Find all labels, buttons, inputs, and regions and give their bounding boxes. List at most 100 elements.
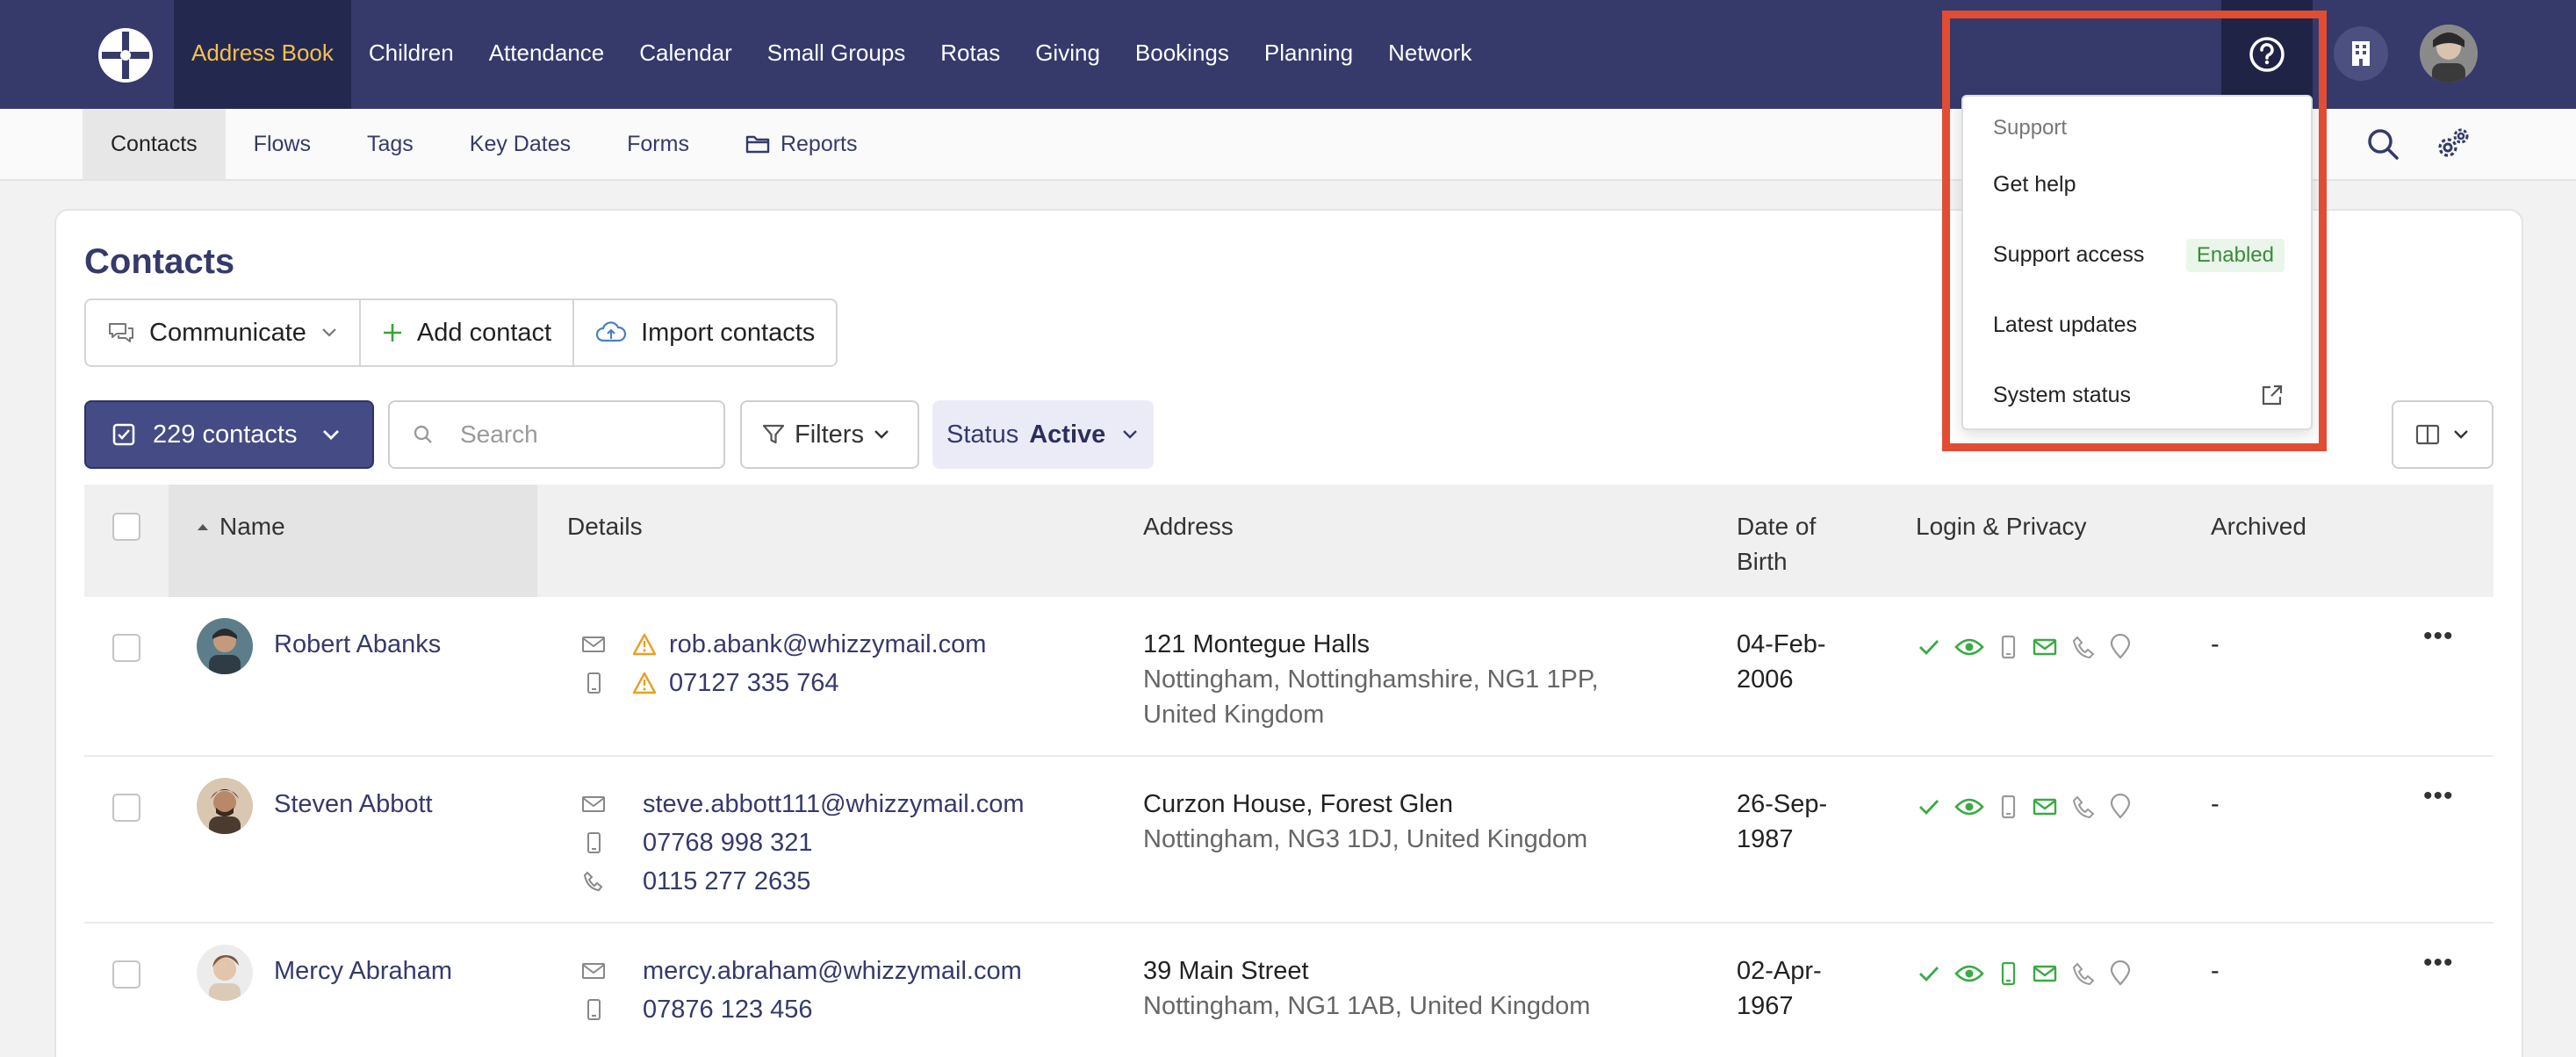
email-icon — [582, 963, 605, 979]
location-pin-icon — [2110, 634, 2131, 659]
nav-attendance[interactable]: Attendance — [471, 0, 622, 109]
dob-line-2: 1967 — [1737, 992, 1794, 1020]
contact-name-link[interactable]: Steven Abbott — [274, 787, 433, 822]
filters-button[interactable]: Filters — [740, 400, 919, 469]
address-line-2: Nottingham, NG3 1DJ, United Kingdom — [1143, 825, 1588, 853]
settings-gear-icon[interactable] — [2434, 125, 2472, 163]
add-contact-button[interactable]: Add contact — [361, 300, 575, 365]
chevron-down-icon — [2454, 430, 2468, 439]
phone-line: 0115 277 2635 — [581, 862, 1025, 901]
select-all-checkbox[interactable] — [112, 513, 140, 541]
support-access-label: Support access — [1993, 241, 2145, 267]
table-row[interactable]: Steven Abbott steve.abbott111@whizzymail… — [84, 757, 2493, 924]
chevron-down-icon — [322, 328, 336, 337]
get-help-menu-item[interactable]: Get help — [1963, 158, 2311, 211]
address-line-2: Nottingham, NG1 1AB, United Kingdom — [1143, 992, 1591, 1020]
contact-address: Curzon House, Forest Glen Nottingham, NG… — [1143, 787, 1587, 857]
row-checkbox[interactable] — [112, 794, 140, 822]
nav-address-book[interactable]: Address Book — [174, 0, 351, 109]
communicate-button[interactable]: Communicate — [86, 300, 361, 365]
nav-rotas[interactable]: Rotas — [923, 0, 1018, 109]
email-icon — [582, 636, 605, 652]
import-contacts-label: Import contacts — [641, 318, 816, 347]
eye-icon — [1954, 798, 1984, 816]
latest-updates-label: Latest updates — [1993, 312, 2138, 337]
nav-giving[interactable]: Giving — [1018, 0, 1118, 109]
contact-name-link[interactable]: Robert Abanks — [274, 627, 441, 662]
row-more-options-icon[interactable]: ••• — [2423, 781, 2454, 811]
email-icon — [2033, 638, 2057, 656]
cloud-upload-icon — [595, 321, 627, 342]
contacts-count-button[interactable]: 229 contacts — [84, 400, 374, 469]
mobile-link[interactable]: 07127 335 764 — [669, 665, 839, 701]
contact-name-link[interactable]: Mercy Abraham — [274, 953, 452, 989]
latest-updates-menu-item[interactable]: Latest updates — [1963, 298, 2311, 351]
row-more-options-icon[interactable]: ••• — [2423, 948, 2454, 978]
nav-planning[interactable]: Planning — [1247, 0, 1371, 109]
dob-line-1: 26-Sep- — [1737, 790, 1828, 818]
search-icon[interactable] — [2365, 126, 2400, 162]
communicate-label: Communicate — [149, 318, 306, 347]
system-status-label: System status — [1993, 382, 2131, 407]
tab-reports[interactable]: Reports — [717, 109, 886, 179]
row-more-options-icon[interactable]: ••• — [2423, 622, 2454, 651]
contact-address: 39 Main Street Nottingham, NG1 1AB, Unit… — [1143, 953, 1590, 1024]
search-icon — [414, 425, 432, 443]
email-link[interactable]: steve.abbott111@whizzymail.com — [643, 787, 1025, 822]
tab-key-dates[interactable]: Key Dates — [442, 109, 599, 179]
email-icon — [2033, 798, 2057, 816]
logo-icon[interactable] — [97, 26, 155, 84]
row-checkbox[interactable] — [112, 634, 140, 662]
action-bar: Communicate Add contact Import contacts — [84, 298, 838, 367]
email-link[interactable]: rob.abank@whizzymail.com — [669, 627, 986, 662]
filters-label: Filters — [795, 420, 864, 449]
nav-calendar[interactable]: Calendar — [622, 0, 750, 109]
system-status-menu-item[interactable]: System status — [1963, 369, 2311, 421]
mobile-icon — [587, 999, 601, 1020]
email-link[interactable]: mercy.abraham@whizzymail.com — [643, 953, 1022, 989]
mobile-link[interactable]: 07768 998 321 — [643, 825, 813, 860]
mobile-link[interactable]: 07876 123 456 — [643, 992, 813, 1027]
phone-link[interactable]: 0115 277 2635 — [643, 864, 810, 899]
nav-children[interactable]: Children — [351, 0, 471, 109]
checkbox-checked-icon — [112, 423, 135, 446]
avatar — [197, 945, 253, 1001]
status-value: Active — [1029, 420, 1106, 449]
name-column-header[interactable]: Name — [197, 509, 285, 544]
search-input[interactable] — [460, 421, 688, 449]
table-header: Name Details Address Date of Birth Login… — [84, 485, 2493, 597]
dob-header-line1: Date of — [1737, 513, 1817, 540]
tab-flows[interactable]: Flows — [226, 109, 339, 179]
chevron-down-icon — [323, 430, 340, 440]
table-row[interactable]: Mercy Abraham mercy.abraham@whizzymail.c… — [84, 924, 2493, 1057]
import-contacts-button[interactable]: Import contacts — [574, 300, 836, 365]
nav-bookings[interactable]: Bookings — [1118, 0, 1247, 109]
nav-network[interactable]: Network — [1371, 0, 1489, 109]
search-field[interactable] — [388, 400, 725, 469]
mobile-line: 07876 123 456 — [581, 990, 1022, 1029]
tab-forms[interactable]: Forms — [599, 109, 717, 179]
organisation-button[interactable] — [2334, 26, 2388, 81]
contact-dob: 26-Sep- 1987 — [1737, 787, 1827, 857]
table-row[interactable]: Robert Abanks rob.abank@whizzymail.com 0… — [84, 597, 2493, 757]
warning-icon — [632, 672, 657, 694]
user-avatar[interactable] — [2420, 25, 2478, 83]
support-dropdown-menu: Support Get help Support access Enabled … — [1961, 95, 2313, 430]
external-link-icon — [2262, 385, 2283, 406]
address-line-1: Curzon House, Forest Glen — [1143, 790, 1453, 818]
tab-contacts[interactable]: Contacts — [83, 109, 226, 179]
eye-icon — [1954, 638, 1984, 656]
nav-small-groups[interactable]: Small Groups — [750, 0, 924, 109]
plus-icon — [383, 324, 401, 342]
help-button[interactable] — [2221, 0, 2313, 109]
support-access-menu-item[interactable]: Support access Enabled — [1963, 228, 2311, 281]
help-icon — [2249, 37, 2285, 72]
tab-reports-label: Reports — [780, 132, 858, 156]
contact-dob: 04-Feb- 2006 — [1737, 627, 1826, 697]
avatar — [197, 778, 253, 834]
dob-line-1: 02-Apr- — [1737, 957, 1822, 985]
row-checkbox[interactable] — [112, 960, 140, 989]
columns-toggle-button[interactable] — [2392, 400, 2493, 469]
status-filter-button[interactable]: Status Active — [932, 400, 1154, 469]
tab-tags[interactable]: Tags — [339, 109, 442, 179]
